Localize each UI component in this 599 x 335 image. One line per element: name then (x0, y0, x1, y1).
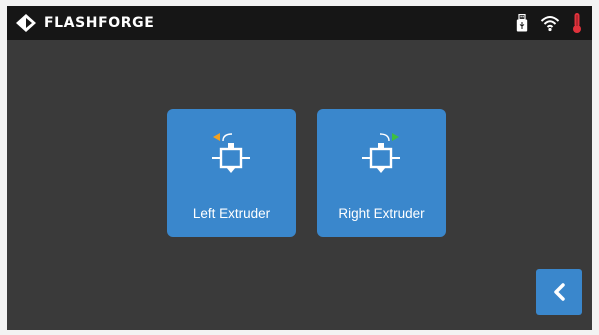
right-extruder-icon (362, 133, 400, 173)
left-extruder-button[interactable]: Left Extruder (167, 109, 296, 237)
flashforge-logo-icon (16, 14, 36, 32)
wifi-icon (540, 16, 560, 32)
brand-name: FLASHFORGE (44, 15, 155, 31)
thermometer-icon (573, 13, 581, 33)
right-extruder-button[interactable]: Right Extruder (317, 109, 446, 237)
left-extruder-icon (212, 133, 250, 173)
printer-screen: FLASHFORGE Left Extruder Right Extruder (7, 6, 592, 330)
right-extruder-label: Right Extruder (338, 206, 425, 221)
back-button[interactable] (536, 269, 582, 315)
usb-drive-icon (516, 14, 528, 32)
top-status-bar: FLASHFORGE (7, 6, 592, 40)
brand: FLASHFORGE (15, 13, 154, 33)
chevron-left-icon (554, 283, 565, 301)
left-extruder-label: Left Extruder (192, 206, 271, 221)
status-icons (516, 13, 582, 33)
